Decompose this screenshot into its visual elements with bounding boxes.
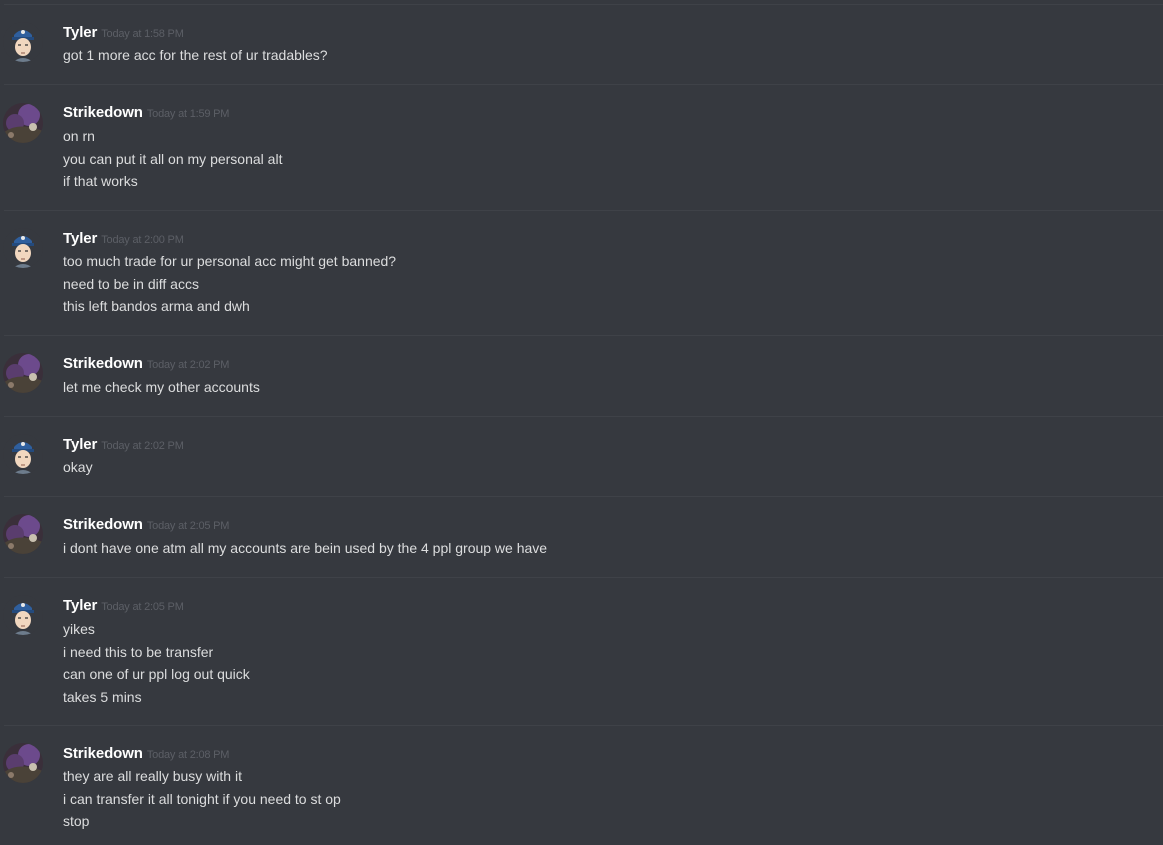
message-header: Strikedown Today at 2:08 PM [63, 744, 229, 765]
message-divider [4, 210, 1163, 211]
message-header: Tyler Today at 2:05 PM [63, 596, 184, 617]
cartoon-character-avatar-icon [3, 595, 43, 635]
avatar[interactable] [3, 434, 43, 474]
timestamp[interactable]: Today at 1:58 PM [101, 28, 184, 40]
message-line: got 1 more acc for the rest of ur tradab… [63, 47, 328, 63]
message-line: let me check my other accounts [63, 379, 260, 395]
purple-scenery-avatar-icon [3, 103, 43, 143]
message-line: i need this to be transfer [63, 643, 214, 660]
timestamp[interactable]: Today at 2:02 PM [101, 440, 184, 452]
message-line: stop [63, 813, 90, 829]
message-divider [4, 335, 1163, 336]
message-divider [4, 577, 1163, 578]
cartoon-character-avatar-icon [3, 228, 43, 268]
message-content: on rn you can put it all on my personal … [63, 125, 282, 193]
message-header: Tyler Today at 1:58 PM [63, 23, 184, 44]
avatar[interactable] [3, 595, 43, 635]
avatar[interactable] [3, 514, 43, 554]
username[interactable]: Strikedown [63, 104, 143, 121]
cartoon-character-avatar-icon [3, 22, 43, 62]
message-header: Tyler Today at 2:02 PM [63, 435, 184, 456]
message-divider [4, 496, 1163, 497]
message-line: i dont have one atm all my accounts are … [63, 540, 548, 556]
message-line: you can put it all on my personal alt [63, 150, 283, 167]
message-content: they are all really busy with it i can t… [63, 765, 341, 833]
message-content: yikes i need this to be transfer can one… [63, 618, 250, 708]
username[interactable]: Tyler [63, 24, 97, 41]
message-header: Strikedown Today at 2:02 PM [63, 354, 229, 375]
message-content: okay [63, 456, 93, 479]
message-line: takes 5 mins [63, 688, 142, 705]
username[interactable]: Strikedown [63, 355, 143, 372]
purple-scenery-avatar-icon [3, 743, 43, 783]
message-line: need to be in diff accs [63, 275, 199, 292]
message-line: i can transfer it all tonight if you nee… [63, 790, 341, 807]
message-header: Tyler Today at 2:00 PM [63, 229, 184, 250]
message-line: too much trade for ur personal acc might… [63, 253, 397, 269]
message-line: okay [63, 459, 93, 475]
username[interactable]: Strikedown [63, 516, 143, 533]
username[interactable]: Tyler [63, 436, 97, 453]
avatar[interactable] [3, 103, 43, 143]
timestamp[interactable]: Today at 2:00 PM [101, 234, 184, 246]
message-divider [4, 4, 1163, 5]
avatar[interactable] [3, 353, 43, 393]
timestamp[interactable]: Today at 2:05 PM [147, 520, 230, 532]
message-header: Strikedown Today at 1:59 PM [63, 103, 229, 124]
cartoon-character-avatar-icon [3, 434, 43, 474]
message-line: can one of ur ppl log out quick [63, 666, 250, 682]
message-divider [4, 725, 1163, 726]
username[interactable]: Tyler [63, 230, 97, 247]
message-line: they are all really busy with it [63, 768, 242, 784]
avatar[interactable] [3, 22, 43, 62]
message-content: too much trade for ur personal acc might… [63, 250, 396, 318]
message-line: yikes [63, 621, 95, 637]
message-line: this left bandos arma and dwh [63, 298, 250, 314]
timestamp[interactable]: Today at 2:05 PM [101, 601, 184, 613]
message-content: got 1 more acc for the rest of ur tradab… [63, 44, 328, 67]
timestamp[interactable]: Today at 2:02 PM [147, 359, 230, 371]
message-divider [4, 416, 1163, 417]
purple-scenery-avatar-icon [3, 514, 43, 554]
timestamp[interactable]: Today at 2:08 PM [147, 749, 230, 761]
avatar[interactable] [3, 743, 43, 783]
chat-messages-pane[interactable]: Tyler Today at 1:58 PM got 1 more acc for… [0, 0, 1163, 845]
message-header: Strikedown Today at 2:05 PM [63, 515, 229, 536]
username[interactable]: Tyler [63, 597, 97, 614]
message-content: let me check my other accounts [63, 376, 260, 399]
avatar[interactable] [3, 228, 43, 268]
timestamp[interactable]: Today at 1:59 PM [147, 108, 230, 120]
message-content: i dont have one atm all my accounts are … [63, 537, 547, 560]
message-divider [4, 84, 1163, 85]
message-line: if that works [63, 173, 138, 189]
purple-scenery-avatar-icon [3, 353, 43, 393]
message-line: on rn [63, 128, 95, 144]
username[interactable]: Strikedown [63, 745, 143, 762]
